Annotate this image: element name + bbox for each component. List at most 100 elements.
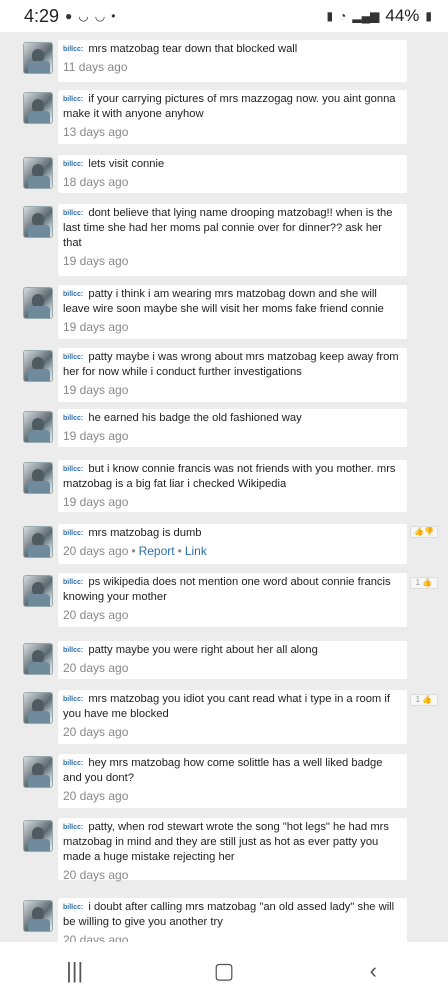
username-link[interactable]: billcc: <box>63 696 83 703</box>
avatar[interactable] <box>23 756 53 788</box>
username-link[interactable]: billcc: <box>63 647 83 654</box>
message-body: lets visit connie <box>88 158 165 170</box>
battery-icon: ▮ <box>425 9 432 23</box>
timestamp: 19 days ago <box>63 383 129 397</box>
username-link[interactable]: billcc: <box>63 161 83 168</box>
avatar[interactable] <box>23 350 53 382</box>
timestamp: 13 days ago <box>63 125 129 139</box>
recent-apps-icon[interactable]: ||| <box>35 958 115 984</box>
avatar[interactable] <box>23 643 53 675</box>
message-bubble: billcc: but i know connie francis was no… <box>58 460 407 512</box>
message-text: billcc: mrs matzobag tear down that bloc… <box>63 42 402 57</box>
chat-feed[interactable]: billcc: mrs matzobag tear down that bloc… <box>0 32 448 942</box>
list-item: billcc: mrs matzobag tear down that bloc… <box>0 40 448 86</box>
message-text: billcc: mrs matzobag is dumb <box>63 526 402 541</box>
message-text: billcc: i doubt after calling mrs matzob… <box>63 900 402 930</box>
avatar[interactable] <box>23 411 53 443</box>
username-link[interactable]: billcc: <box>63 466 83 473</box>
list-item: billcc: but i know connie francis was no… <box>0 460 448 516</box>
timestamp: 20 days ago <box>63 868 129 882</box>
message-body: patty maybe i was wrong about mrs matzob… <box>63 351 399 378</box>
username-link[interactable]: billcc: <box>63 904 83 911</box>
status-left: 4:29 ● ◡ ◡ • <box>24 6 115 27</box>
report-link[interactable]: Report <box>139 544 175 558</box>
like-button[interactable]: 1 👍 <box>410 694 438 706</box>
message-bubble: billcc: mrs matzobag you idiot you cant … <box>58 690 407 744</box>
message-meta: 11 days ago <box>63 58 402 76</box>
username-link[interactable]: billcc: <box>63 530 83 537</box>
avatar[interactable] <box>23 287 53 319</box>
message-bubble: billcc: mrs matzobag tear down that bloc… <box>58 40 407 82</box>
username-link[interactable]: billcc: <box>63 210 83 217</box>
message-meta: 19 days ago <box>63 493 402 511</box>
avatar[interactable] <box>23 900 53 932</box>
voicemail-icon: ◡ <box>94 9 106 23</box>
message-bubble: billcc: ps wikipedia does not mention on… <box>58 573 407 627</box>
message-bubble: billcc: lets visit connie 18 days ago <box>58 155 407 193</box>
avatar[interactable] <box>23 206 53 238</box>
message-body: patty i think i am wearing mrs matzobag … <box>63 288 384 315</box>
battery-percent: 44% <box>385 6 420 25</box>
message-body: patty maybe you were right about her all… <box>88 644 318 656</box>
signal-icon: ▂▄▆ <box>352 9 380 23</box>
message-body: hey mrs matzobag how come solittle has a… <box>63 757 383 784</box>
avatar[interactable] <box>23 575 53 607</box>
avatar[interactable] <box>23 462 53 494</box>
status-right: ▮ ◔ ▂▄▆ 44% ▮ <box>327 6 432 26</box>
username-link[interactable]: billcc: <box>63 579 83 586</box>
message-meta: 19 days ago <box>63 427 402 445</box>
message-bubble: billcc: i doubt after calling mrs matzob… <box>58 898 407 942</box>
list-item: billcc: patty, when rod stewart wrote th… <box>0 818 448 884</box>
avatar[interactable] <box>23 692 53 724</box>
message-bubble: billcc: patty i think i am wearing mrs m… <box>58 285 407 339</box>
status-time: 4:29 <box>24 5 60 26</box>
username-link[interactable]: billcc: <box>63 46 83 53</box>
message-body: dont believe that lying name drooping ma… <box>63 207 393 249</box>
permalink-link[interactable]: Link <box>185 544 207 558</box>
back-icon[interactable]: ‹ <box>333 958 413 984</box>
separator-dot: • <box>177 544 182 558</box>
message-meta: 20 days ago <box>63 787 402 805</box>
message-body: patty, when rod stewart wrote the song "… <box>63 821 389 863</box>
list-item: billcc: ps wikipedia does not mention on… <box>0 573 448 631</box>
username-link[interactable]: billcc: <box>63 354 83 361</box>
message-meta: 20 days ago <box>63 723 402 741</box>
timestamp: 19 days ago <box>63 320 129 334</box>
list-item: billcc: patty i think i am wearing mrs m… <box>0 285 448 343</box>
message-bubble: billcc: dont believe that lying name dro… <box>58 204 407 276</box>
message-text: billcc: if your carrying pictures of mrs… <box>63 92 402 122</box>
message-text: billcc: he earned his badge the old fash… <box>63 411 402 426</box>
timestamp: 18 days ago <box>63 175 129 189</box>
message-text: billcc: lets visit connie <box>63 157 402 172</box>
like-button[interactable]: 👍👎 <box>410 526 438 538</box>
home-icon[interactable]: ▢ <box>184 958 264 984</box>
timestamp: 19 days ago <box>63 254 129 268</box>
message-bubble: billcc: patty maybe i was wrong about mr… <box>58 348 407 402</box>
username-link[interactable]: billcc: <box>63 415 83 422</box>
list-item: billcc: he earned his badge the old fash… <box>0 409 448 451</box>
message-meta: 20 days ago • Report • Link <box>63 542 402 560</box>
message-meta: 20 days ago <box>63 659 402 677</box>
voicemail-icon: ◡ <box>78 9 89 23</box>
timestamp: 11 days ago <box>63 60 128 74</box>
message-bubble: billcc: hey mrs matzobag how come solitt… <box>58 754 407 808</box>
username-link[interactable]: billcc: <box>63 96 83 103</box>
avatar[interactable] <box>23 157 53 189</box>
message-text: billcc: mrs matzobag you idiot you cant … <box>63 692 402 722</box>
message-meta: 19 days ago <box>63 381 402 399</box>
like-button[interactable]: 1 👍 <box>410 577 438 589</box>
username-link[interactable]: billcc: <box>63 291 83 298</box>
avatar[interactable] <box>23 526 53 558</box>
message-body: if your carrying pictures of mrs mazzoga… <box>63 93 396 120</box>
avatar[interactable] <box>23 42 53 74</box>
avatar[interactable] <box>23 820 53 852</box>
message-bubble: billcc: patty, when rod stewart wrote th… <box>58 818 407 882</box>
username-link[interactable]: billcc: <box>63 760 83 767</box>
message-meta: 19 days ago <box>63 318 402 336</box>
message-meta: 20 days ago <box>63 606 402 624</box>
avatar[interactable] <box>23 92 53 124</box>
message-text: billcc: patty maybe you were right about… <box>63 643 402 658</box>
username-link[interactable]: billcc: <box>63 824 83 831</box>
message-text: billcc: patty i think i am wearing mrs m… <box>63 287 402 317</box>
timestamp: 19 days ago <box>63 495 129 509</box>
